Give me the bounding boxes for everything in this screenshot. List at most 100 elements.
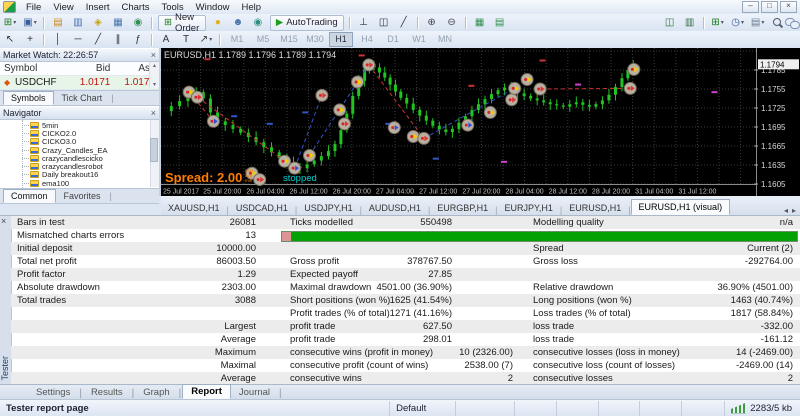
status-profile[interactable]: Default: [390, 400, 456, 416]
market-watch-close-icon[interactable]: ×: [151, 50, 156, 60]
navigator-item-cicko2-0[interactable]: CICKO2.0: [0, 129, 159, 138]
terminal-icon[interactable]: ▦: [109, 15, 127, 31]
navigator-item-5min[interactable]: 5min: [0, 121, 159, 130]
scroll-up-icon[interactable]: ▴: [153, 62, 156, 69]
web-icon[interactable]: ◉: [249, 15, 267, 31]
minimize-button[interactable]: –: [742, 1, 759, 13]
chart-tab-eurjpy-h1[interactable]: EURJPY,H1: [497, 201, 559, 215]
arrange-h-icon[interactable]: ◫: [661, 15, 679, 31]
chart-tab-xauusd-h1[interactable]: XAUUSD,H1: [161, 201, 227, 215]
horizontal-line-icon[interactable]: ─: [69, 32, 87, 48]
report-cell: 298.01: [422, 334, 452, 345]
expert-icon[interactable]: ☻: [229, 15, 247, 31]
text-icon[interactable]: A: [157, 32, 175, 48]
report-table: Bars in test 26081 Ticks modelled 550498 Mod…: [11, 216, 800, 385]
market-watch-icon[interactable]: ▤: [49, 15, 67, 31]
chart-canvas[interactable]: EURUSD,H1 1.1789 1.1796 1.1789 1.1794 Spr…: [161, 48, 800, 196]
chart-tab-usdjpy-h1[interactable]: USDJPY,H1: [297, 201, 359, 215]
tester-tab-results[interactable]: Results: [83, 386, 131, 399]
market-watch-scrollbar[interactable]: ▴ ▾: [149, 62, 159, 88]
menu-insert[interactable]: Insert: [80, 1, 116, 14]
autotrading-button[interactable]: ▶ AutoTrading: [269, 14, 344, 31]
crosshair-icon[interactable]: +: [21, 32, 39, 48]
timeframe-mn[interactable]: MN: [433, 32, 457, 47]
menu-charts[interactable]: Charts: [116, 1, 156, 14]
tab-favorites[interactable]: Favorites: [57, 190, 108, 202]
new-chart-icon[interactable]: ⊞ ▾: [1, 15, 19, 31]
chart-tabs-left-icon[interactable]: ◂: [784, 206, 788, 215]
line-chart-icon[interactable]: ╱: [395, 15, 413, 31]
timeframe-m30[interactable]: M30: [303, 32, 327, 47]
svg-text:27 Jul 04:00: 27 Jul 04:00: [376, 189, 414, 196]
template-icon[interactable]: ▤ ▾: [749, 15, 767, 31]
report-cell: 26081: [229, 217, 256, 228]
autotrading-icon: ▶: [275, 17, 284, 28]
tester-close-icon[interactable]: ×: [1, 217, 6, 226]
trendline-icon[interactable]: ╱: [89, 32, 107, 48]
navigator-item-ema100[interactable]: ema100: [0, 179, 159, 188]
menu-help[interactable]: Help: [235, 1, 267, 14]
tester-tab-journal[interactable]: Journal: [231, 386, 278, 399]
navigator-scrollbar[interactable]: [150, 120, 159, 187]
period-icon[interactable]: ◷ ▾: [729, 15, 747, 31]
scroll-down-icon[interactable]: ▾: [153, 81, 156, 88]
menu-view[interactable]: View: [47, 1, 79, 14]
timeframe-m5[interactable]: M5: [251, 32, 275, 47]
navigator-close-icon[interactable]: ×: [151, 108, 156, 118]
navigator-icon[interactable]: ◈: [89, 15, 107, 31]
chart-tab-eurgbp-h1[interactable]: EURGBP,H1: [430, 201, 495, 215]
timeframe-m1[interactable]: M1: [225, 32, 249, 47]
column-bid[interactable]: Bid: [68, 63, 115, 74]
timeframe-h1[interactable]: H1: [329, 32, 353, 47]
report-row: Initial deposit 10000.00 Spread Current (2): [11, 242, 800, 255]
svg-text:27 Jul 20:00: 27 Jul 20:00: [462, 189, 500, 196]
arrows-tool-icon[interactable]: ↗ ▾: [197, 32, 215, 48]
tester-tab-settings[interactable]: Settings: [28, 386, 78, 399]
channel-icon[interactable]: ∥: [109, 32, 127, 48]
market-watch-row[interactable]: ◆ USDCHF 1.0171 1.0177: [0, 76, 159, 90]
close-button[interactable]: ×: [780, 1, 797, 13]
chart-tab-usdcad-h1[interactable]: USDCAD,H1: [229, 201, 295, 215]
cursor-icon[interactable]: ↖: [1, 32, 19, 48]
timeframe-h4[interactable]: H4: [355, 32, 379, 47]
zoom-out-icon[interactable]: ⊖: [443, 15, 461, 31]
fibonacci-icon[interactable]: ƒ: [129, 32, 147, 48]
new-order-button[interactable]: ⊞ New Order: [158, 12, 206, 34]
timeframe-d1[interactable]: D1: [381, 32, 405, 47]
chart-tab-audusd-h1[interactable]: AUDUSD,H1: [362, 201, 428, 215]
tab-common[interactable]: Common: [3, 189, 56, 203]
strategy-tester-icon[interactable]: ◉: [129, 15, 147, 31]
chart-tab-bar: XAUUSD,H1 | USDCAD,H1 | USDJPY,H1 | AUDUSD,H1 |…: [161, 196, 800, 216]
tile-windows-icon[interactable]: ▦: [471, 15, 489, 31]
tester-tab-graph[interactable]: Graph: [135, 386, 177, 399]
chart-tab-eurusd-h1[interactable]: EURUSD,H1: [562, 201, 628, 215]
svg-text:stopped: stopped: [283, 173, 317, 184]
restore-button[interactable]: □: [761, 1, 778, 13]
tab-tick-chart[interactable]: Tick Chart: [55, 92, 110, 104]
navigator-item-daily-breakout16[interactable]: Daily breakout16: [0, 170, 159, 179]
community-icon[interactable]: [785, 17, 800, 29]
label-icon[interactable]: T: [177, 32, 195, 48]
cascade-windows-icon[interactable]: ▤: [491, 15, 509, 31]
navigator-item[interactable]: [0, 187, 159, 188]
vertical-line-icon[interactable]: │: [49, 32, 67, 48]
data-window-icon[interactable]: ▥: [69, 15, 87, 31]
timeframe-w1[interactable]: W1: [407, 32, 431, 47]
chart-tab-eurusd-h1-visual-[interactable]: EURUSD,H1 (visual): [630, 199, 731, 215]
report-cell: Long positions (won %): [533, 295, 632, 306]
tab-symbols[interactable]: Symbols: [3, 91, 54, 105]
metaeditor-icon[interactable]: ●: [209, 15, 227, 31]
menu-file[interactable]: File: [20, 1, 47, 14]
tester-tab-report[interactable]: Report: [182, 384, 231, 399]
timeframe-m15[interactable]: M15: [277, 32, 301, 47]
profiles-icon[interactable]: ▣ ▾: [21, 15, 39, 31]
chart-tabs-right-icon[interactable]: ▸: [792, 206, 796, 215]
bar-chart-icon[interactable]: ⊥: [355, 15, 373, 31]
column-symbol[interactable]: Symbol: [0, 63, 68, 74]
search-icon[interactable]: [772, 17, 781, 29]
zoom-in-icon[interactable]: ⊕: [423, 15, 441, 31]
arrange-v-icon[interactable]: ▥: [681, 15, 699, 31]
add-indicator-icon[interactable]: ⊞ ▾: [709, 15, 727, 31]
status-text: Tester report page: [0, 400, 391, 416]
candlestick-icon[interactable]: ◫: [375, 15, 393, 31]
